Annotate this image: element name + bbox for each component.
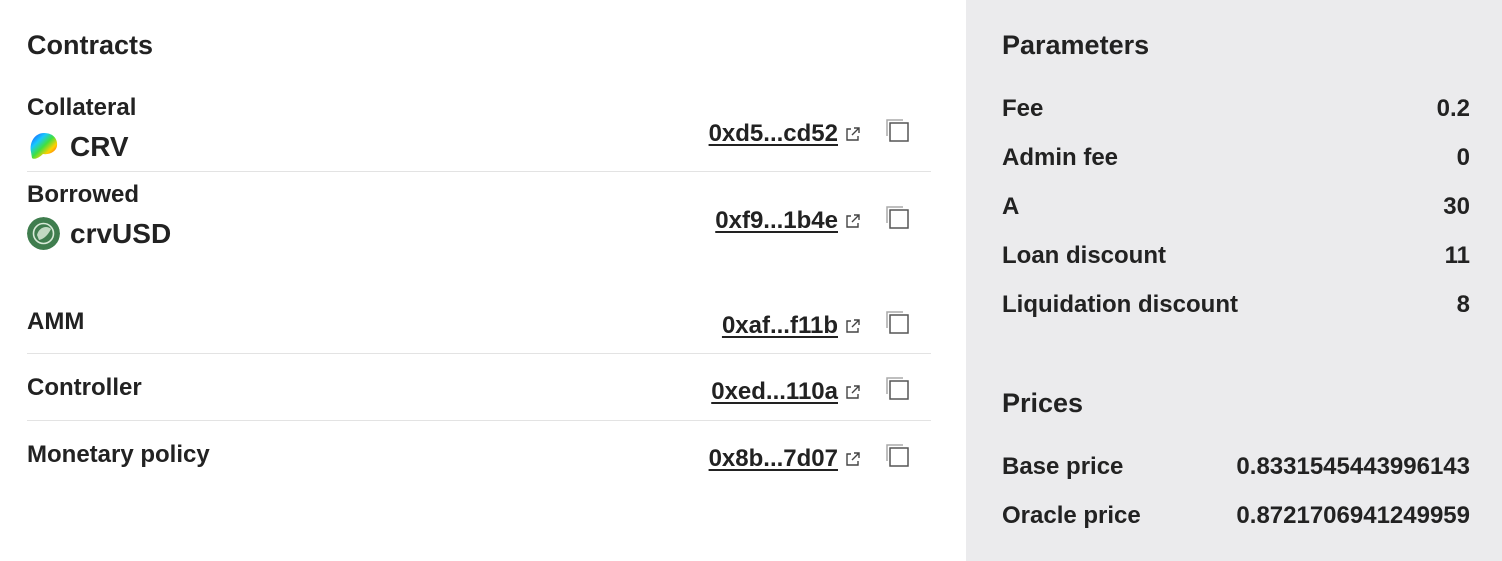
borrowed-label: Borrowed bbox=[27, 181, 140, 208]
borrowed-copy-button[interactable] bbox=[883, 203, 911, 231]
param-fee: Fee 0.2 bbox=[1002, 95, 1470, 125]
collateral-address[interactable]: 0xd5...cd52 bbox=[709, 120, 838, 148]
borrowed-address[interactable]: 0xf9...1b4e bbox=[715, 207, 838, 235]
param-label: Fee bbox=[1002, 95, 1044, 122]
collateral-row: Collateral CRV 0xd5...cd52 bbox=[27, 92, 931, 172]
copy-icon bbox=[883, 116, 911, 144]
copy-icon bbox=[883, 441, 911, 469]
amm-copy-button[interactable] bbox=[883, 308, 911, 336]
param-label: Admin fee bbox=[1002, 144, 1119, 171]
amm-address-link[interactable]: 0xaf...f11b bbox=[722, 312, 861, 340]
amm-label: AMM bbox=[27, 308, 85, 335]
copy-icon bbox=[883, 374, 911, 402]
crvusd-logo-icon bbox=[27, 217, 60, 250]
param-value: 0 bbox=[1456, 144, 1470, 171]
monetary-policy-address-link[interactable]: 0x8b...7d07 bbox=[709, 445, 861, 473]
borrowed-address-link[interactable]: 0xf9...1b4e bbox=[715, 207, 861, 235]
price-label: Base price bbox=[1002, 453, 1124, 480]
crv-logo-icon bbox=[30, 133, 58, 159]
external-link-icon bbox=[844, 318, 861, 335]
borrowed-token: crvUSD bbox=[27, 217, 171, 250]
collateral-address-link[interactable]: 0xd5...cd52 bbox=[709, 120, 861, 148]
param-value: 0.2 bbox=[1436, 95, 1470, 122]
copy-icon bbox=[883, 203, 911, 231]
param-value: 8 bbox=[1456, 291, 1470, 318]
controller-copy-button[interactable] bbox=[883, 374, 911, 402]
controller-row: Controller 0xed...110a bbox=[27, 354, 931, 421]
parameters-panel: Parameters Fee 0.2 Admin fee 0 A 30 Loan… bbox=[966, 0, 1502, 561]
price-value: 0.8331545443996143 bbox=[1236, 453, 1470, 480]
contracts-panel: Contracts Collateral CRV 0xd5...cd52 Bor… bbox=[0, 0, 966, 561]
price-value: 0.8721706941249959 bbox=[1236, 502, 1470, 529]
collateral-label: Collateral bbox=[27, 94, 137, 121]
copy-icon bbox=[883, 308, 911, 336]
controller-label: Controller bbox=[27, 374, 142, 401]
controller-address[interactable]: 0xed...110a bbox=[711, 378, 838, 406]
param-admin-fee: Admin fee 0 bbox=[1002, 144, 1470, 174]
param-label: Loan discount bbox=[1002, 242, 1166, 269]
collateral-token-symbol: CRV bbox=[70, 130, 129, 162]
amm-address[interactable]: 0xaf...f11b bbox=[722, 312, 838, 340]
param-value: 30 bbox=[1443, 193, 1470, 220]
monetary-policy-row: Monetary policy 0x8b...7d07 bbox=[27, 421, 931, 488]
borrowed-row: Borrowed crvUSD 0xf9...1b4e bbox=[27, 179, 931, 274]
contracts-title: Contracts bbox=[27, 30, 154, 60]
param-liquidation-discount: Liquidation discount 8 bbox=[1002, 291, 1470, 321]
param-label: A bbox=[1002, 193, 1020, 220]
collateral-copy-button[interactable] bbox=[883, 116, 911, 144]
param-a: A 30 bbox=[1002, 193, 1470, 223]
monetary-policy-address[interactable]: 0x8b...7d07 bbox=[709, 445, 838, 473]
controller-address-link[interactable]: 0xed...110a bbox=[711, 378, 861, 406]
param-loan-discount: Loan discount 11 bbox=[1002, 242, 1470, 272]
external-link-icon bbox=[844, 213, 861, 230]
external-link-icon bbox=[844, 126, 861, 143]
param-value: 11 bbox=[1444, 242, 1470, 269]
price-base: Base price 0.8331545443996143 bbox=[1002, 453, 1470, 483]
borrowed-token-symbol: crvUSD bbox=[70, 217, 172, 249]
monetary-policy-label: Monetary policy bbox=[27, 441, 210, 468]
param-label: Liquidation discount bbox=[1002, 291, 1238, 318]
external-link-icon bbox=[844, 451, 861, 468]
price-oracle: Oracle price 0.8721706941249959 bbox=[1002, 502, 1470, 532]
amm-row: AMM 0xaf...f11b bbox=[27, 296, 931, 354]
monetary-policy-copy-button[interactable] bbox=[883, 441, 911, 469]
price-label: Oracle price bbox=[1002, 502, 1141, 529]
parameters-title: Parameters bbox=[1002, 30, 1150, 60]
collateral-token: CRV bbox=[27, 130, 129, 163]
external-link-icon bbox=[844, 384, 861, 401]
prices-title: Prices bbox=[1002, 388, 1084, 418]
